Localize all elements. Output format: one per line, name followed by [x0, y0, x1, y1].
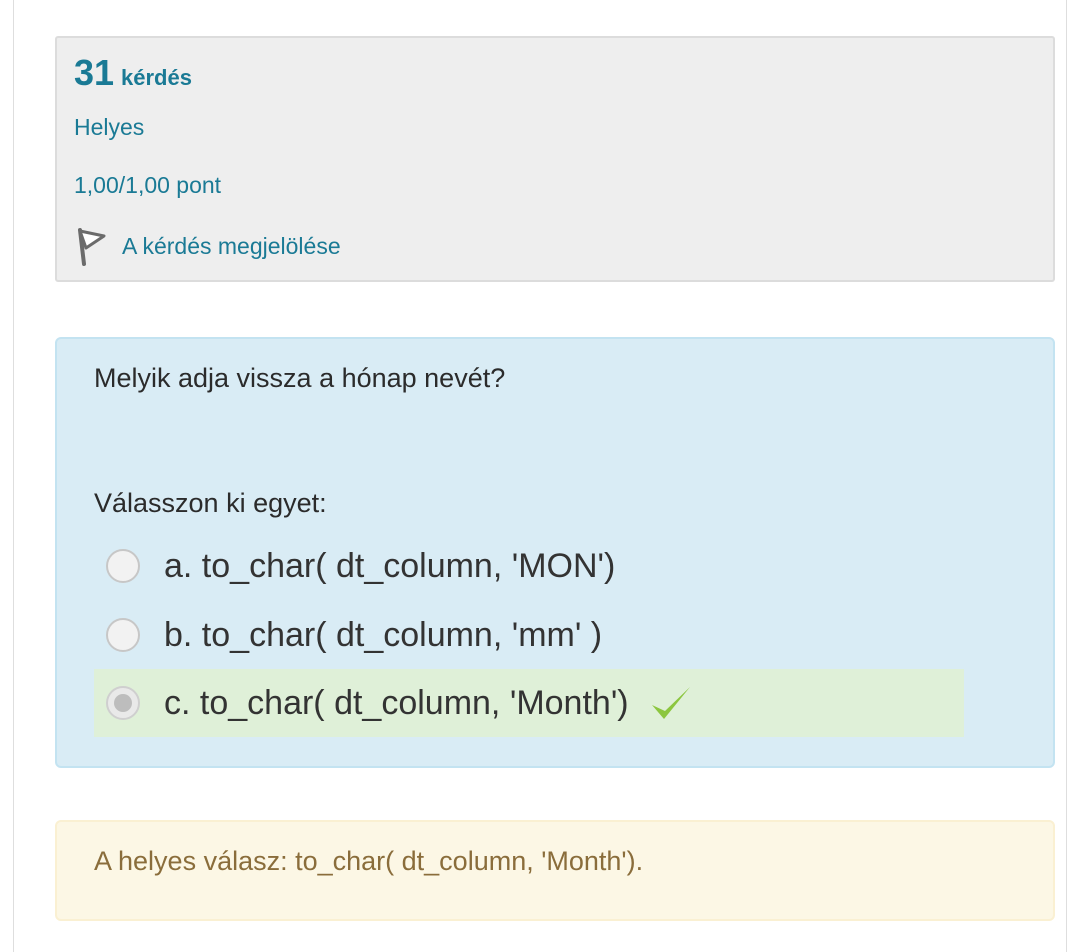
answer-option-a[interactable]: a. to_char( dt_column, 'MON') — [94, 532, 964, 600]
radio-b[interactable] — [106, 618, 140, 652]
page-container: 31 kérdés Helyes 1,00/1,00 pont A kérdés… — [13, 0, 1067, 952]
flag-question-link[interactable]: A kérdés megjelölése — [74, 226, 341, 266]
answer-prompt: Válasszon ki egyet: — [94, 488, 327, 518]
feedback-panel: A helyes válasz: to_char( dt_column, 'Mo… — [55, 820, 1055, 921]
question-state: Helyes — [74, 114, 145, 140]
answer-label-c: c. to_char( dt_column, 'Month') — [164, 683, 629, 722]
answer-label-b: b. to_char( dt_column, 'mm' ) — [164, 615, 603, 654]
question-text: Melyik adja vissza a hónap nevét? — [94, 363, 506, 393]
right-answer-text: A helyes válasz: to_char( dt_column, 'Mo… — [94, 846, 644, 876]
flag-label: A kérdés megjelölése — [122, 232, 341, 259]
question-formulation: Melyik adja vissza a hónap nevét? Válass… — [55, 337, 1055, 768]
radio-a[interactable] — [106, 549, 140, 583]
question-grade: 1,00/1,00 pont — [74, 172, 222, 198]
question-number: 31 — [74, 52, 115, 93]
question-info-panel: 31 kérdés Helyes 1,00/1,00 pont A kérdés… — [55, 36, 1055, 282]
flag-icon — [78, 228, 106, 266]
answer-option-b[interactable]: b. to_char( dt_column, 'mm' ) — [94, 601, 964, 669]
radio-c[interactable] — [106, 686, 140, 720]
answer-option-c[interactable]: c. to_char( dt_column, 'Month') — [94, 669, 964, 737]
check-icon — [651, 687, 690, 719]
question-word: kérdés — [121, 65, 192, 90]
answer-label-a: a. to_char( dt_column, 'MON') — [164, 546, 616, 585]
